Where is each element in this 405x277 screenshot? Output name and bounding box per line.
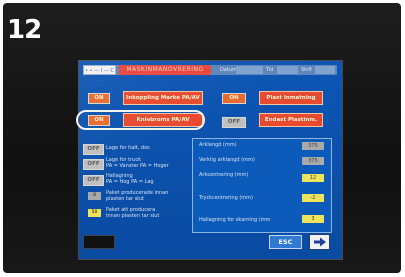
status-display bbox=[83, 235, 115, 249]
time-label: Tid bbox=[266, 67, 274, 73]
packages-to-produce-label: Paket att producera innan plasten tar sl… bbox=[106, 207, 160, 219]
tryckcentrering-value[interactable]: -2 bbox=[302, 194, 324, 202]
packages-to-produce-field[interactable]: 50 bbox=[88, 209, 101, 217]
next-page-button[interactable] bbox=[309, 234, 330, 250]
shift-field bbox=[315, 66, 335, 74]
toggle-endast-plastinm[interactable]: OFF bbox=[222, 117, 246, 128]
verklig-arklangd-label: Verklig arklangd (mm) bbox=[199, 157, 255, 163]
toggle-plast-inmatning[interactable]: ON bbox=[222, 93, 246, 104]
verklig-arklangd-value[interactable]: 375 bbox=[302, 157, 324, 165]
highlight-circle bbox=[76, 110, 205, 130]
hallagning-skarning-value[interactable]: 3 bbox=[302, 215, 324, 223]
toggle-inkoppling-marke[interactable]: ON bbox=[88, 93, 110, 104]
measurement-panel: Arklangd (mm) 375 Verklig arklangd (mm) … bbox=[192, 138, 332, 233]
time-field bbox=[277, 66, 298, 74]
toggle-hallagning[interactable]: OFF bbox=[83, 175, 104, 186]
packages-produced-label: Paket producerade innan plasten tar slut bbox=[106, 190, 169, 202]
toggle-truck-side[interactable]: OFF bbox=[83, 159, 104, 170]
tryckcentrering-label: Tryckcentrering (mm) bbox=[199, 195, 253, 201]
screen-title: MASKINMANOVRERING bbox=[119, 65, 211, 75]
hmi-screen: • • — I — C — MASKINMANOVRERING Datum Ti… bbox=[78, 60, 343, 260]
date-label: Datum bbox=[220, 67, 237, 73]
shift-label: Skift bbox=[301, 67, 313, 73]
esc-button[interactable]: ESC bbox=[269, 235, 302, 249]
arrow-right-icon bbox=[313, 232, 327, 251]
halt-dos-label: Lage for halt, dos bbox=[106, 145, 150, 151]
arklangd-value[interactable]: 375 bbox=[302, 142, 324, 150]
date-field bbox=[236, 66, 263, 74]
arkcentrering-label: Arkcentrering (mm) bbox=[199, 172, 249, 178]
arklangd-label: Arklangd (mm) bbox=[199, 142, 237, 148]
hallagning-label: Hallagning PA = Hog PA = Lag bbox=[106, 173, 154, 185]
endast-plastinm-button[interactable]: Endast Plastinm. bbox=[259, 113, 323, 127]
truck-side-label: Lage for truck PA = Vanster PA = Hoger bbox=[106, 157, 169, 169]
photo-number: 12 bbox=[7, 15, 42, 45]
packages-produced-field[interactable]: 0 bbox=[88, 192, 101, 200]
arkcentrering-value[interactable]: 12 bbox=[302, 174, 324, 182]
plast-inmatning-button[interactable]: Plast Inmatning bbox=[259, 91, 323, 105]
hallagning-skarning-label: Hallagning for skarning (mm bbox=[199, 217, 271, 223]
brand-logo: • • — I — C — bbox=[83, 65, 116, 84]
inkoppling-marke-button[interactable]: Inkoppling Marke PA/AV bbox=[123, 91, 203, 105]
toggle-halt-dos[interactable]: OFF bbox=[83, 144, 104, 155]
